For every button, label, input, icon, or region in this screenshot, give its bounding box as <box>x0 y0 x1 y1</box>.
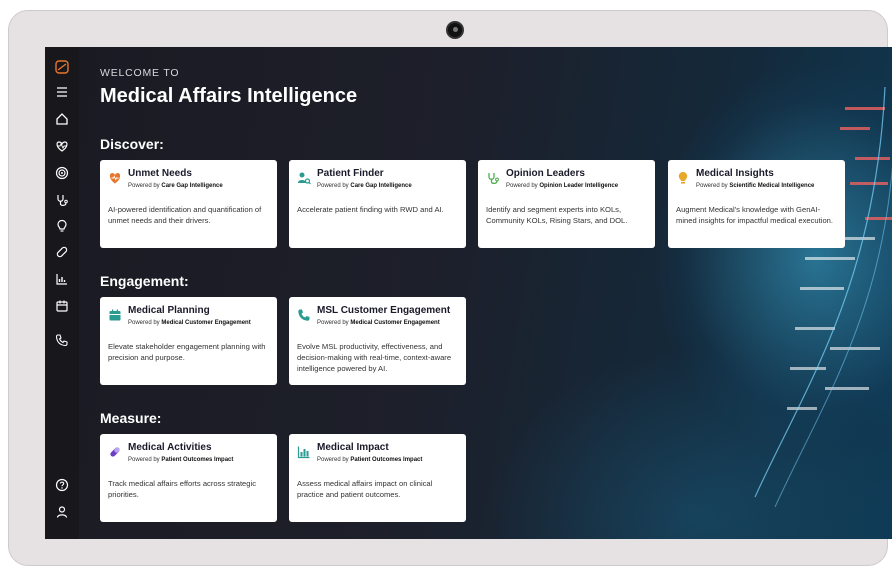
card-powered-by: Powered by Opinion Leader Intelligence <box>506 183 619 189</box>
card-description: Assess medical affairs impact on clinica… <box>297 479 433 499</box>
card-patient-finder[interactable]: Patient Finder Powered by Care Gap Intel… <box>289 160 466 248</box>
calendar-icon <box>109 309 121 321</box>
section-measure-heading: Measure: <box>100 410 162 426</box>
card-description: Elevate stakeholder engagement planning … <box>108 342 266 362</box>
card-description: Augment Medical's knowledge with GenAI-m… <box>676 205 834 225</box>
card-msl-customer-engagement[interactable]: MSL Customer Engagement Powered by Medic… <box>289 297 466 385</box>
page-title: Medical Affairs Intelligence <box>100 85 358 107</box>
card-title: Opinion Leaders <box>506 168 585 179</box>
welcome-label: WELCOME TO <box>100 67 180 79</box>
card-description: Identify and segment experts into KOLs, … <box>486 205 628 225</box>
card-powered-by: Powered by Patient Outcomes Impact <box>128 457 234 463</box>
card-medical-insights[interactable]: Medical Insights Powered by Scientific M… <box>668 160 845 248</box>
help-icon[interactable] <box>45 475 79 495</box>
card-description: Accelerate patient finding with RWD and … <box>297 205 444 214</box>
pill-icon[interactable] <box>45 242 79 262</box>
card-title: Medical Impact <box>317 442 389 453</box>
card-title: Medical Planning <box>128 305 210 316</box>
card-powered-by: Powered by Care Gap Intelligence <box>317 183 412 189</box>
chart-icon[interactable] <box>45 269 79 289</box>
target-icon[interactable] <box>45 163 79 183</box>
card-medical-activities[interactable]: Medical Activities Powered by Patient Ou… <box>100 434 277 522</box>
calendar-icon[interactable] <box>45 296 79 316</box>
stethoscope-icon[interactable] <box>45 190 79 210</box>
card-powered-by: Powered by Medical Customer Engagement <box>128 320 251 326</box>
phone-icon <box>298 309 310 321</box>
logo-icon[interactable] <box>45 57 79 77</box>
section-discover-heading: Discover: <box>100 136 164 152</box>
person-search-icon <box>298 172 311 185</box>
lightbulb-icon[interactable] <box>45 216 79 236</box>
card-powered-by: Powered by Medical Customer Engagement <box>317 320 440 326</box>
dna-background-graphic <box>754 87 892 507</box>
camera-icon <box>446 21 464 39</box>
phone-icon[interactable] <box>45 330 79 350</box>
card-title: MSL Customer Engagement <box>317 305 451 316</box>
heart-icon <box>109 173 121 184</box>
card-unmet-needs[interactable]: Unmet Needs Powered by Care Gap Intellig… <box>100 160 277 248</box>
card-title: Patient Finder <box>317 168 384 179</box>
section-engagement-heading: Engagement: <box>100 273 189 289</box>
card-description: Evolve MSL productivity, effectiveness, … <box>297 342 452 373</box>
card-medical-impact[interactable]: Medical Impact Powered by Patient Outcom… <box>289 434 466 522</box>
heart-pulse-icon[interactable] <box>45 136 79 156</box>
card-description: Track medical affairs efforts across str… <box>108 479 256 499</box>
card-powered-by: Powered by Patient Outcomes Impact <box>317 457 423 463</box>
menu-icon[interactable] <box>45 82 79 102</box>
card-title: Medical Insights <box>696 168 774 179</box>
card-powered-by: Powered by Care Gap Intelligence <box>128 183 223 189</box>
sidebar <box>45 47 79 539</box>
lightbulb-icon <box>678 172 688 184</box>
user-icon[interactable] <box>45 502 79 522</box>
card-opinion-leaders[interactable]: Opinion Leaders Powered by Opinion Leade… <box>478 160 655 248</box>
card-medical-planning[interactable]: Medical Planning Powered by Medical Cust… <box>100 297 277 385</box>
chart-icon <box>297 446 310 459</box>
pill-icon <box>110 447 120 457</box>
app-screen: WELCOME TO Medical Affairs Intelligence … <box>45 47 892 539</box>
card-description: AI-powered identification and quantifica… <box>108 205 262 225</box>
card-powered-by: Powered by Scientific Medical Intelligen… <box>696 183 815 189</box>
home-icon[interactable] <box>45 109 79 129</box>
card-title: Medical Activities <box>128 442 212 453</box>
card-title: Unmet Needs <box>128 168 192 179</box>
stethoscope-icon <box>488 173 499 185</box>
